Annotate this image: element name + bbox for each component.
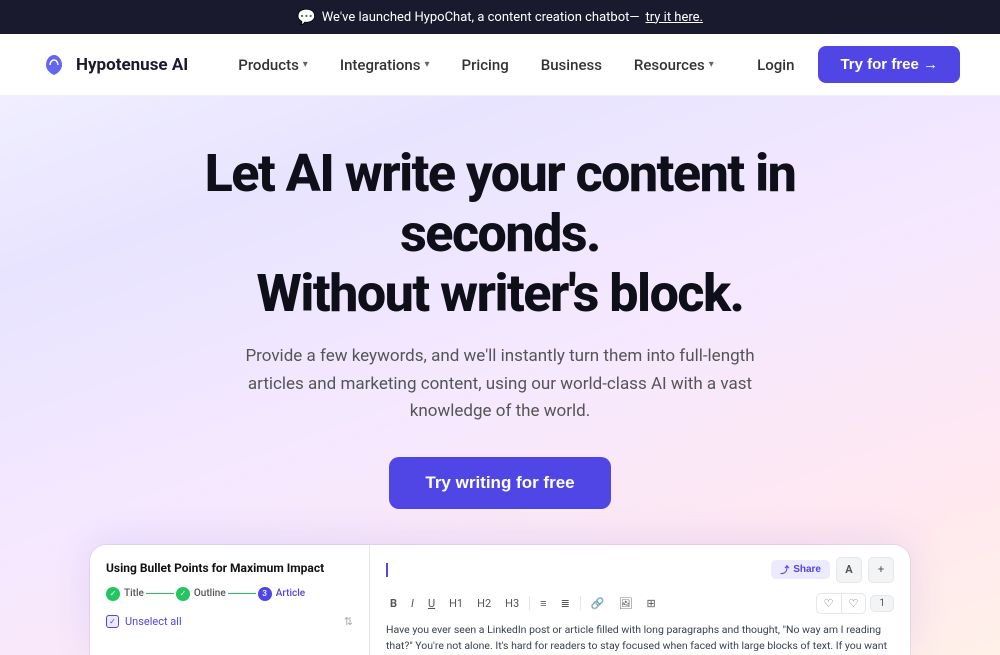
preview-editor-panel: ⤴ Share A + B I U H1 H2 H3 — [370, 545, 910, 655]
nav-item-pricing[interactable]: Pricing — [448, 50, 523, 80]
announcement-text: We've launched HypoChat, a content creat… — [322, 10, 640, 25]
format-toolbar: B I U H1 H2 H3 ≡ ≣ 🔗 🖼 ⊞ ♡ ♡ 1 — [386, 593, 894, 614]
format-image-button[interactable]: 🖼 — [615, 595, 637, 612]
step-article: 3 Article — [258, 587, 305, 601]
nav-item-integrations[interactable]: Integrations ▾ — [326, 50, 444, 80]
editor-content-preview[interactable]: Have you ever seen a LinkedIn post or ar… — [386, 622, 894, 655]
format-link-button[interactable]: 🔗 — [587, 595, 609, 612]
editor-actions: ⤴ Share A + — [771, 557, 894, 583]
step-line — [146, 593, 174, 594]
hero-title: Let AI write your content in seconds. Wi… — [110, 144, 890, 323]
nav-item-resources[interactable]: Resources ▾ — [620, 50, 728, 80]
nav-right: Login Try for free → — [741, 46, 960, 83]
step-title: ✓ Title — [106, 587, 144, 601]
try-free-button[interactable]: Try for free → — [818, 46, 960, 83]
share-icon: ⤴ — [780, 563, 789, 576]
unselect-all-label[interactable]: Unselect all — [125, 615, 182, 628]
dislike-button[interactable]: ♡ — [842, 594, 866, 613]
share-button[interactable]: ⤴ Share — [771, 560, 830, 579]
step-check-icon: ✓ — [176, 587, 190, 601]
logo[interactable]: Hypotenuse AI — [40, 51, 188, 79]
toolbar-separator — [580, 596, 581, 610]
format-ol-button[interactable]: ≣ — [557, 595, 574, 612]
format-list-button[interactable]: ≡ — [536, 595, 550, 612]
unselect-arrows-icon: ⇅ — [344, 615, 353, 628]
chevron-down-icon: ▾ — [303, 59, 308, 70]
step-check-icon: ✓ — [106, 587, 120, 601]
steps-indicator: ✓ Title ✓ Outline 3 Article — [106, 587, 353, 601]
format-bold-button[interactable]: B — [386, 595, 401, 612]
hero-cta-button[interactable]: Try writing for free — [389, 457, 610, 509]
editor-toolbar-top: ⤴ Share A + — [386, 557, 894, 583]
nav-item-products[interactable]: Products ▾ — [224, 50, 322, 80]
nav-item-business[interactable]: Business — [527, 50, 616, 80]
editor-cursor-area — [386, 563, 388, 577]
like-dislike-group: ♡ ♡ — [816, 593, 867, 614]
logo-icon — [40, 51, 68, 79]
like-button[interactable]: ♡ — [817, 594, 842, 613]
checkbox-check-icon: ✓ — [109, 617, 116, 626]
preview-document-title: Using Bullet Points for Maximum Impact — [106, 561, 353, 575]
format-table-button[interactable]: ⊞ — [642, 595, 659, 612]
format-underline-button[interactable]: U — [424, 595, 439, 612]
logo-text: Hypotenuse AI — [76, 55, 188, 75]
unselect-checkbox[interactable]: ✓ — [106, 615, 119, 628]
translate-button[interactable]: A — [836, 557, 862, 583]
plus-icon: + — [878, 563, 884, 576]
navbar: Hypotenuse AI Products ▾ Integrations ▾ … — [0, 34, 1000, 96]
rating-area: ♡ ♡ 1 — [816, 593, 894, 614]
app-preview: Using Bullet Points for Maximum Impact ✓… — [90, 545, 910, 655]
announcement-link[interactable]: try it here. — [646, 10, 703, 25]
step-line — [228, 593, 256, 594]
hero-section: Let AI write your content in seconds. Wi… — [0, 96, 1000, 655]
step-active-icon: 3 — [258, 587, 272, 601]
format-italic-button[interactable]: I — [407, 595, 418, 612]
preview-left-panel: Using Bullet Points for Maximum Impact ✓… — [90, 545, 370, 655]
editor-cursor — [386, 563, 388, 577]
nav-links: Products ▾ Integrations ▾ Pricing Busine… — [224, 50, 741, 80]
step-outline: ✓ Outline — [176, 587, 226, 601]
plus-button[interactable]: + — [868, 557, 894, 583]
format-h1-button[interactable]: H1 — [445, 595, 467, 612]
format-h2-button[interactable]: H2 — [473, 595, 495, 612]
rating-count-badge: 1 — [870, 595, 894, 612]
unselect-all-row: ✓ Unselect all ⇅ — [106, 615, 353, 628]
login-button[interactable]: Login — [741, 50, 810, 80]
format-h3-button[interactable]: H3 — [501, 595, 523, 612]
translate-icon: A — [845, 563, 852, 576]
chevron-down-icon: ▾ — [424, 59, 429, 70]
hero-subtitle: Provide a few keywords, and we'll instan… — [220, 343, 780, 425]
announcement-bar: 💬 We've launched HypoChat, a content cre… — [0, 0, 1000, 34]
chat-icon: 💬 — [297, 8, 316, 26]
toolbar-separator — [529, 596, 530, 610]
chevron-down-icon: ▾ — [709, 59, 714, 70]
